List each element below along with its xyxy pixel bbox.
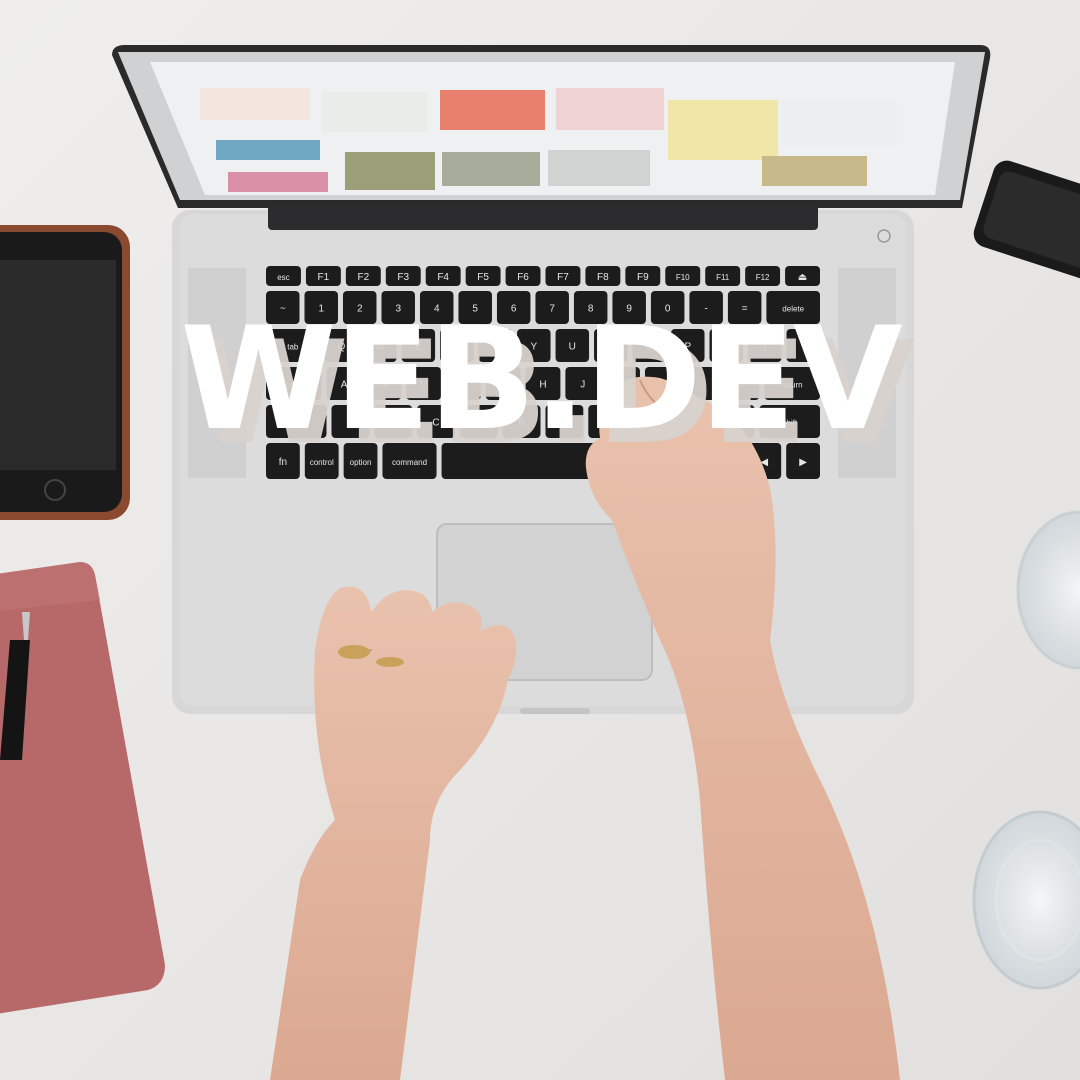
- keyboard-key-label: J: [580, 380, 585, 391]
- keyboard-key-label: tab: [287, 343, 299, 352]
- keyboard-key-label: X: [390, 418, 397, 429]
- keyboard-key-label: delete: [782, 305, 804, 314]
- keyboard-key-label: F10: [676, 273, 690, 282]
- keyboard-key-label: F12: [756, 273, 770, 282]
- keyboard-key-label: F4: [437, 272, 449, 283]
- keyboard-key-label: F11: [716, 273, 730, 282]
- keyboard-key-label: 3: [395, 304, 401, 315]
- keyboard-key-label: esc: [277, 273, 289, 282]
- keyboard-key-label: option: [350, 458, 372, 467]
- keyboard-key-label: fn: [279, 457, 287, 468]
- keyboard-key-label: 0: [665, 304, 671, 315]
- keyboard-key-label: F8: [597, 272, 609, 283]
- keyboard-key-label: ~: [280, 304, 286, 315]
- keyboard-key-label: ⏏: [798, 272, 807, 283]
- keyboard-key-label: H: [539, 380, 546, 391]
- keyboard-key-label: [: [725, 342, 728, 353]
- keyboard-key-label: F2: [357, 272, 369, 283]
- keyboard-key-label: 7: [549, 304, 555, 315]
- keyboard-key-label: 6: [511, 304, 517, 315]
- keyboard-key-label: shift: [289, 419, 304, 428]
- keyboard-key-label: I: [609, 342, 612, 353]
- keyboard-key-label: F3: [397, 272, 409, 283]
- keyboard-key-label: F7: [557, 272, 569, 283]
- keyboard-key-label: O: [645, 342, 653, 353]
- smartphone: [0, 225, 130, 520]
- keyboard-key-label: E: [415, 342, 422, 353]
- keyboard-key-label: shift: [782, 419, 797, 428]
- keyboard-key-label: F1: [318, 272, 330, 283]
- keyboard-key-label: 1: [318, 304, 324, 315]
- keyboard-key-label: F: [460, 380, 466, 391]
- keyboard-key-label: V: [475, 418, 482, 429]
- keyboard-key-label: F5: [477, 272, 489, 283]
- keyboard-key-label: F9: [637, 272, 649, 283]
- keyboard-key-label: A: [341, 380, 348, 391]
- keyboard-key-label: 8: [588, 304, 594, 315]
- keyboard-key-label: R: [453, 342, 460, 353]
- keyboard-key-label: Y: [530, 342, 537, 353]
- keyboard-key-label: control: [310, 458, 334, 467]
- keyboard-key-label: P: [684, 342, 691, 353]
- keyboard-key-label: =: [742, 304, 748, 315]
- keyboard-key-label: S: [381, 380, 388, 391]
- desk-scene: esc F1 F2 F3 F4 F5 F6 F7 F8 F9 F10 F11 F12 ⏏~ 1 2 3 4 5 6 7 8…: [0, 0, 1080, 1080]
- keyboard-key-label: T: [492, 342, 498, 353]
- keyboard-key-label: C: [432, 418, 439, 429]
- keyboard-key-label: 9: [626, 304, 632, 315]
- keyboard-key-label: G: [499, 380, 507, 391]
- keyboard-key-label: 5: [472, 304, 478, 315]
- keyboard-key-label: Z: [347, 418, 353, 429]
- keyboard-key-label: return: [782, 381, 803, 390]
- gold-ring: [376, 657, 404, 667]
- keyboard-key-label: \: [802, 342, 805, 353]
- keyboard-key-label: 4: [434, 304, 440, 315]
- keyboard-key-label: ▶: [799, 457, 807, 468]
- keyboard-key-label: caps: [285, 381, 302, 390]
- keyboard-key-label: command: [392, 458, 427, 467]
- keyboard-key-label: ;: [701, 380, 704, 391]
- gold-ring: [338, 645, 370, 659]
- keyboard-key-label: W: [375, 342, 385, 353]
- keyboard-key-label: ': [741, 380, 743, 391]
- keyboard-key-label: N: [561, 418, 568, 429]
- keyboard-key-label: -: [704, 304, 707, 315]
- keyboard-key-label: 2: [357, 304, 363, 315]
- keyboard-key-label: D: [420, 380, 427, 391]
- keyboard-key-label: Q: [337, 342, 345, 353]
- laptop-screen: [112, 45, 991, 208]
- keyboard-key-label: B: [518, 418, 525, 429]
- keyboard-key-label: U: [569, 342, 576, 353]
- keyboard-key-label: F6: [517, 272, 529, 283]
- keyboard-key-label: ]: [763, 342, 766, 353]
